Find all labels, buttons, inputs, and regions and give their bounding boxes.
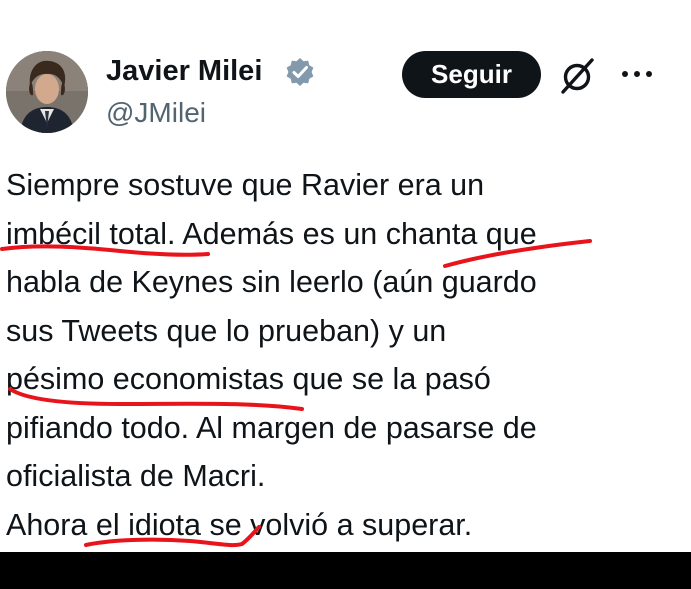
profile-photo xyxy=(6,51,88,133)
tweet-text-line: habla de Keynes sin leerlo (aún guardo xyxy=(6,265,537,299)
tweet-text: Siempre sostuve que Ravier era un imbéci… xyxy=(6,161,676,549)
tweet-text-line: oficialista de Macri. xyxy=(6,459,266,493)
tweet-text-line: Siempre sostuve que Ravier era un xyxy=(6,168,485,202)
author-avatar[interactable] xyxy=(6,51,88,133)
more-dots-icon[interactable] xyxy=(617,62,657,86)
follow-button[interactable]: Seguir xyxy=(402,51,541,98)
verified-badge-icon xyxy=(284,56,316,88)
tweet-text-line: Ahora el idiota se volvió a superar. xyxy=(6,507,473,542)
tweet-text-line: pésimo economistas que se la pasó xyxy=(6,362,491,396)
bottom-black-bar xyxy=(0,552,691,589)
tweet-text-line: sus Tweets que lo prueban) y un xyxy=(6,313,447,348)
author-display-name[interactable]: Javier Milei xyxy=(106,53,262,89)
tweet-card: Javier Milei @JMilei Seguir Siempre sost… xyxy=(0,0,691,552)
grok-icon[interactable] xyxy=(558,56,598,96)
author-handle[interactable]: @JMilei xyxy=(106,95,206,131)
tweet-text-line: imbécil total. Además es un chanta que xyxy=(6,216,537,251)
tweet-text-line: pifiando todo. Al margen de pasarse de xyxy=(6,410,537,445)
